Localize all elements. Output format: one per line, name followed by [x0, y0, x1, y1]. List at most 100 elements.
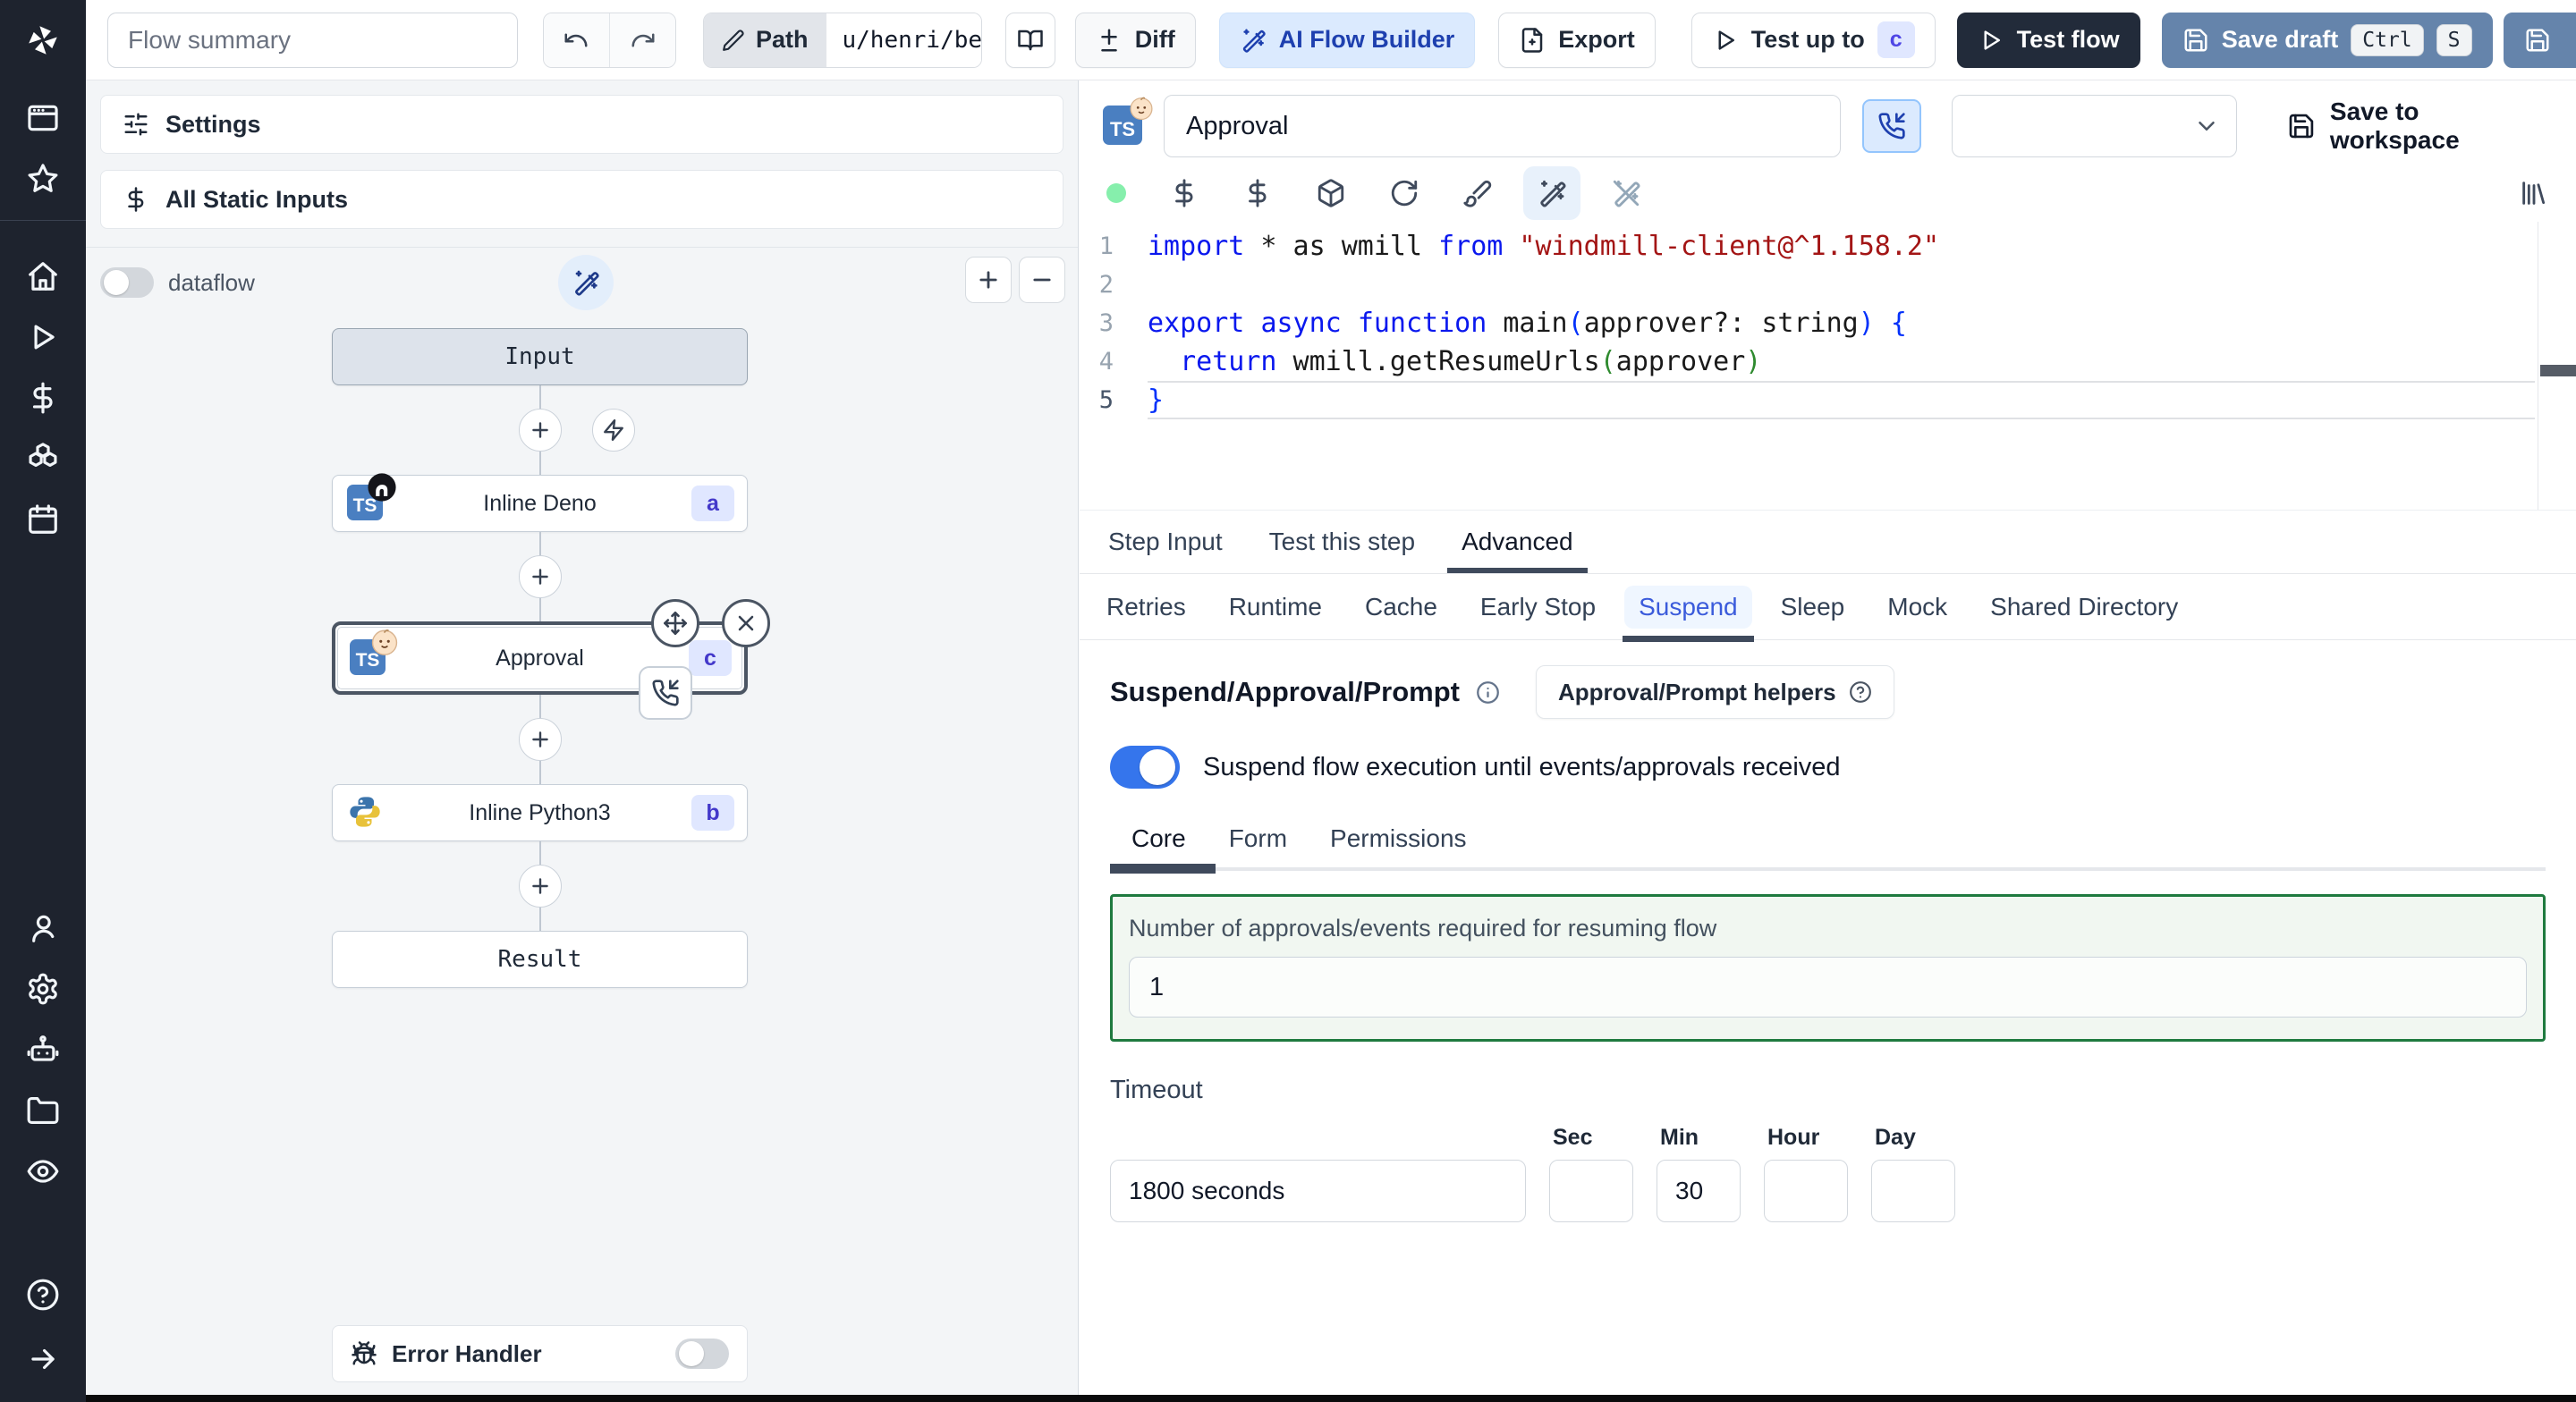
code-line[interactable]: 5}	[1080, 381, 2576, 419]
sec-label: Sec	[1553, 1125, 1593, 1150]
tab-cache[interactable]: Cache	[1343, 574, 1459, 639]
redo-button[interactable]	[609, 13, 675, 67]
monaco-code-editor[interactable]: 1 import * as wmill from "windmill-client…	[1080, 222, 2576, 510]
add-step-button[interactable]	[518, 555, 562, 598]
ai-wand-button[interactable]	[1537, 178, 1567, 208]
tab-runtime[interactable]: Runtime	[1208, 574, 1343, 639]
flow-result-node[interactable]: Result	[332, 931, 748, 988]
dollar-icon	[128, 187, 144, 212]
expand-arrow-icon[interactable]	[0, 1329, 86, 1389]
variables-dollar-icon[interactable]	[0, 367, 86, 428]
sliders-icon	[124, 113, 148, 136]
tab-test-this-step[interactable]: Test this step	[1246, 511, 1438, 573]
home-icon[interactable]	[0, 246, 86, 307]
step-name-input[interactable]	[1164, 95, 1842, 157]
settings-gear-icon[interactable]	[0, 959, 86, 1019]
timeout-sec-input[interactable]	[1549, 1160, 1633, 1222]
format-brush-button[interactable]	[1462, 178, 1493, 208]
tab-suspend[interactable]: Suspend	[1617, 574, 1759, 642]
resources-boxes-icon[interactable]	[0, 428, 86, 489]
folders-icon[interactable]	[0, 1080, 86, 1141]
trigger-zap-button[interactable]	[591, 409, 635, 452]
step-editor-panel: TS Save to workspace 1import * as wmill …	[1080, 80, 2576, 1395]
timeout-day-input[interactable]	[1871, 1160, 1955, 1222]
suspend-enable-toggle[interactable]	[1110, 746, 1180, 789]
play-icon	[1984, 30, 2000, 50]
zoom-out-button[interactable]	[1019, 257, 1065, 303]
save-draft-button[interactable]: Save draft Ctrl S	[2161, 12, 2493, 68]
code-line[interactable]: 1 import * as wmill from "windmill-client…	[1080, 227, 2576, 266]
code-line[interactable]: 3 export async function main(approver?: s…	[1080, 304, 2576, 342]
zoom-in-button[interactable]	[965, 257, 1012, 303]
code-line[interactable]: 2	[1080, 266, 2576, 304]
tab-advanced[interactable]: Advanced	[1438, 511, 1597, 573]
suspend-phone-badge[interactable]	[639, 666, 692, 720]
error-handler-row[interactable]: Error Handler	[332, 1325, 748, 1382]
undo-button[interactable]	[543, 13, 610, 67]
workers-bot-icon[interactable]	[0, 1019, 86, 1080]
audit-eye-icon[interactable]	[0, 1141, 86, 1202]
tab-mock[interactable]: Mock	[1866, 574, 1969, 639]
library-button[interactable]	[2519, 178, 2549, 208]
flow-settings-button[interactable]: Settings	[100, 95, 1063, 154]
tab-retries[interactable]: Retries	[1085, 574, 1208, 639]
approval-prompt-helpers-button[interactable]: Approval/Prompt helpers	[1535, 665, 1894, 719]
add-step-button[interactable]	[518, 409, 562, 452]
diff-button[interactable]: Diff	[1074, 12, 1196, 68]
all-static-inputs-button[interactable]: All Static Inputs	[100, 170, 1063, 229]
add-step-button[interactable]	[518, 865, 562, 908]
error-handler-toggle[interactable]	[675, 1339, 729, 1369]
timeout-summary-input[interactable]	[1110, 1160, 1526, 1222]
ai-flow-builder-button[interactable]: AI Flow Builder	[1218, 12, 1476, 68]
tab-sleep[interactable]: Sleep	[1759, 574, 1867, 639]
step-node-inline-deno[interactable]: TS Inline Deno a	[332, 473, 748, 532]
ai-graph-wand-button[interactable]	[558, 255, 614, 310]
info-icon[interactable]	[1476, 680, 1500, 705]
path-value[interactable]: u/henri/bes	[826, 13, 981, 67]
add-step-button[interactable]	[518, 718, 562, 761]
tab-permissions[interactable]: Permissions	[1309, 824, 1487, 853]
reload-button[interactable]	[1389, 178, 1419, 208]
users-icon[interactable]	[0, 898, 86, 959]
apps-icon[interactable]	[0, 88, 86, 148]
step-node-inline-python3[interactable]: Inline Python3 b	[332, 784, 748, 841]
move-step-button[interactable]	[651, 599, 699, 647]
flow-input-node[interactable]: Input	[332, 328, 748, 385]
tab-shared-directory[interactable]: Shared Directory	[1969, 574, 2199, 639]
variables-dollar-button[interactable]	[1169, 178, 1199, 208]
package-button[interactable]	[1316, 178, 1346, 208]
path-button[interactable]: Path u/henri/bes	[702, 12, 982, 68]
flow-graph-canvas[interactable]: dataflow Input TS Inline Deno a TS Appro…	[86, 248, 1078, 1395]
windmill-logo-icon[interactable]	[0, 0, 86, 80]
dataflow-toggle[interactable]	[100, 267, 154, 298]
docs-book-button[interactable]	[1004, 12, 1055, 68]
export-button[interactable]: Export	[1498, 12, 1656, 68]
help-icon[interactable]	[0, 1264, 86, 1325]
star-icon[interactable]	[0, 148, 86, 209]
graph-connector	[518, 695, 562, 784]
test-flow-button[interactable]: Test flow	[1956, 12, 2140, 68]
timeout-hour-input[interactable]	[1764, 1160, 1848, 1222]
tab-form[interactable]: Form	[1208, 824, 1309, 853]
timeout-min-input[interactable]	[1657, 1160, 1741, 1222]
step-node-approval-selected[interactable]: TS Approval c	[332, 599, 770, 720]
script-kind-select[interactable]	[1952, 95, 2238, 157]
editor-scrollbar-mark[interactable]	[2540, 365, 2576, 376]
save-to-workspace-button[interactable]: Save to workspace	[2287, 97, 2555, 155]
schedules-calendar-icon[interactable]	[0, 489, 86, 550]
resources-dollar-button[interactable]	[1242, 178, 1273, 208]
approvals-required-input[interactable]	[1129, 957, 2527, 1018]
play-icon	[1718, 30, 1734, 50]
runs-play-icon[interactable]	[0, 307, 86, 367]
flow-summary-input[interactable]	[107, 12, 518, 68]
ai-wand-off-button[interactable]	[1611, 178, 1641, 208]
tab-step-input[interactable]: Step Input	[1085, 511, 1246, 573]
tab-core[interactable]: Core	[1110, 824, 1208, 853]
delete-step-button[interactable]	[722, 599, 770, 647]
shortcut-s-key: S	[2436, 23, 2472, 56]
code-line[interactable]: 4 return wmill.getResumeUrls(approver)	[1080, 342, 2576, 381]
test-up-to-button[interactable]: Test up to c	[1690, 12, 1936, 68]
deploy-button-partial[interactable]	[2503, 12, 2576, 68]
tab-early-stop[interactable]: Early Stop	[1459, 574, 1617, 639]
suspend-phone-button[interactable]	[1862, 99, 1922, 153]
